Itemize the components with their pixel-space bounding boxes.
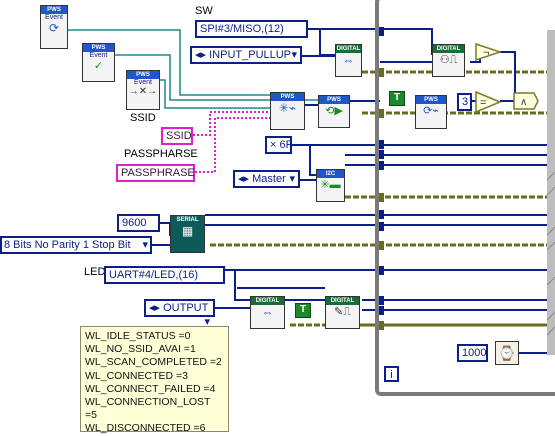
sw-label: SW bbox=[195, 5, 213, 17]
led-label: LED bbox=[84, 266, 106, 278]
chevron-down-icon: ▾ bbox=[289, 173, 295, 185]
input-mode-value: INPUT_PULLUP bbox=[209, 49, 292, 61]
i2c-icon: ✳▬ bbox=[320, 179, 341, 191]
iteration-terminal: i bbox=[384, 366, 399, 382]
baud-rate-control[interactable]: 9600 bbox=[117, 214, 160, 232]
true-constant-2[interactable]: T bbox=[295, 303, 311, 318]
chevron-down-icon: ▾ bbox=[142, 239, 148, 251]
i2c-mode-value: Master bbox=[252, 173, 286, 185]
passphrase-string-constant[interactable]: PASSPHRASE bbox=[116, 164, 195, 182]
wifi-icon: ✳⌁ bbox=[278, 101, 297, 115]
wifi-connect-icon: ⟲▶ bbox=[325, 105, 343, 117]
clock-icon: ⌚ bbox=[498, 345, 516, 361]
ssid-string-constant[interactable]: SSID bbox=[161, 127, 193, 145]
wifi-status-icon: ⟳⌁ bbox=[423, 105, 439, 117]
status-line: WL_SCAN_COMPLETED =2 bbox=[85, 356, 222, 369]
pws-header: PWS bbox=[41, 6, 67, 14]
write-signal-icon: ✎⎍ bbox=[334, 306, 351, 318]
serial-icon: ▦ bbox=[181, 224, 194, 238]
bidirectional-arrow-icon: ⇔ bbox=[261, 305, 274, 319]
digital-header: DIGITAL bbox=[433, 45, 464, 53]
wifi-status-comment: WL_IDLE_STATUS =0 WL_NO_SSID_AVAI =1 WL_… bbox=[80, 326, 229, 434]
digital-write-block[interactable]: DIGITAL ✎⎍ bbox=[325, 296, 360, 329]
digital-pin-mode-block-1[interactable]: DIGITAL ⇔ bbox=[335, 44, 362, 77]
bidirectional-arrow-icon: ⇔ bbox=[342, 53, 355, 67]
i2c-mode-dropdown[interactable]: ◂▸ Master ▾ bbox=[233, 170, 300, 188]
serial-begin-block[interactable]: SERIAL ▦ bbox=[170, 215, 205, 253]
block-diagram: ¬ = ∧ PWS Event ⟳ PWS Event ✓ PWS Event … bbox=[0, 0, 555, 434]
status-line: WL_IDLE_STATUS =0 bbox=[85, 330, 191, 342]
while-loop-structure bbox=[375, 0, 555, 396]
i2c-address-control[interactable]: × 6F bbox=[265, 136, 292, 154]
sw-pin-control[interactable]: SPI#3/MISO,(12) bbox=[195, 20, 308, 38]
pws-wifi-begin-block[interactable]: PWS ✳⌁ bbox=[270, 92, 305, 130]
status-line: WL_CONNECTED =3 bbox=[85, 369, 188, 382]
arrow-cross-icon: →✕→ bbox=[128, 86, 158, 97]
serial-header: SERIAL bbox=[171, 216, 204, 224]
event-label: Event bbox=[45, 14, 63, 21]
const-3[interactable]: 3 bbox=[457, 93, 472, 111]
pws-event-block-1[interactable]: PWS Event ⟳ bbox=[40, 5, 68, 49]
digital-header: DIGITAL bbox=[336, 45, 361, 53]
event-label: Event bbox=[89, 52, 108, 59]
digital-header: DIGITAL bbox=[251, 297, 284, 305]
event-label: Event bbox=[134, 79, 152, 86]
refresh-icon: ⟳ bbox=[48, 21, 60, 35]
output-mode-value: OUTPUT bbox=[163, 302, 209, 314]
digital-read-block[interactable]: DIGITAL ⚇⎍ bbox=[432, 44, 465, 77]
wait-ms-block[interactable]: ⌚ bbox=[495, 341, 519, 365]
status-line: WL_CONNECT_FAILED =4 bbox=[85, 382, 216, 395]
output-mode-dropdown[interactable]: ◂▸ OUTPUT ▾ bbox=[144, 299, 215, 328]
read-signal-icon: ⚇⎍ bbox=[439, 54, 458, 66]
dropdown-arrows-icon: ◂▸ bbox=[238, 173, 250, 185]
digital-header: DIGITAL bbox=[326, 297, 359, 305]
pws-wifi-connect-block[interactable]: PWS ⟲▶ bbox=[318, 95, 350, 128]
led-pin-control[interactable]: UART#4/LED,(16) bbox=[104, 266, 225, 284]
serial-format-dropdown[interactable]: 8 Bits No Parity 1 Stop Bit ▾ bbox=[0, 236, 152, 254]
dropdown-arrows-icon: ◂▸ bbox=[149, 302, 161, 314]
digital-pin-mode-block-2[interactable]: DIGITAL ⇔ bbox=[250, 296, 285, 329]
pws-event-block-2[interactable]: PWS Event ✓ bbox=[82, 43, 115, 82]
dropdown-arrows-icon: ◂▸ bbox=[195, 49, 207, 61]
status-line: WL_CONNECTION_LOST =5 bbox=[85, 396, 211, 422]
delay-ms-control[interactable]: 1000 bbox=[457, 344, 488, 362]
pws-header: PWS bbox=[83, 44, 114, 52]
pws-event-block-3[interactable]: PWS Event →✕→ bbox=[126, 70, 160, 110]
pws-header: PWS bbox=[127, 71, 159, 79]
input-mode-dropdown[interactable]: ◂▸ INPUT_PULLUP ▾ bbox=[190, 46, 302, 64]
passpharse-label: PASSPHARSE bbox=[124, 148, 198, 160]
pws-header: PWS bbox=[319, 96, 349, 104]
i2c-begin-block[interactable]: I2C ✳▬ bbox=[316, 169, 345, 202]
true-constant-1[interactable]: T bbox=[389, 91, 405, 106]
ssid-label: SSID bbox=[130, 112, 156, 124]
pws-header: PWS bbox=[271, 93, 304, 101]
i2c-header: I2C bbox=[317, 170, 344, 178]
pws-wifi-status-block[interactable]: PWS ⟳⌁ bbox=[415, 95, 447, 129]
pws-header: PWS bbox=[416, 96, 446, 104]
serial-format-value: 8 Bits No Parity 1 Stop Bit bbox=[4, 239, 131, 251]
chevron-down-icon: ▾ bbox=[291, 49, 297, 61]
status-line: WL_NO_SSID_AVAI =1 bbox=[85, 343, 196, 356]
checkmark-icon: ✓ bbox=[93, 60, 104, 72]
